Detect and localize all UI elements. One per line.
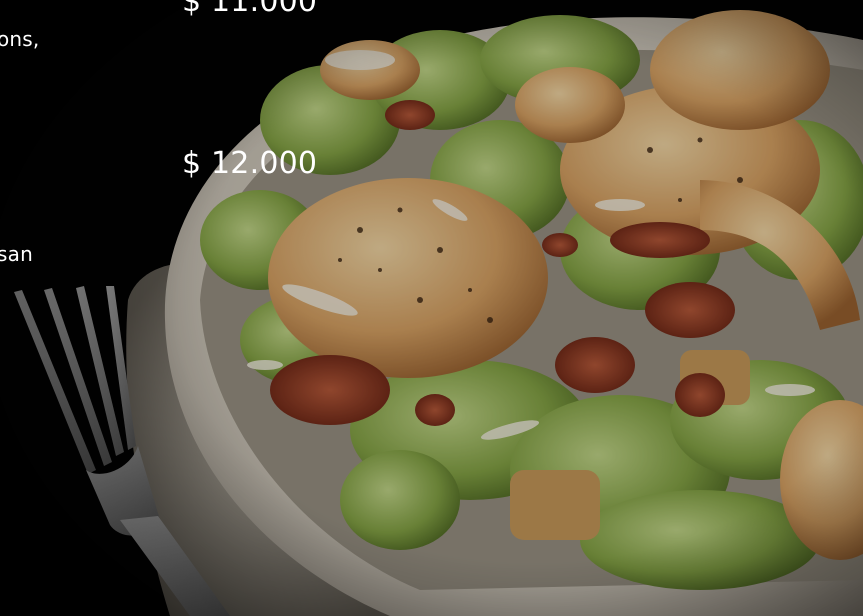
menu-item-description-fragment: ons, (0, 27, 40, 51)
salad-photo (0, 0, 863, 616)
page-background: $ 11.000 ons, $ 12.000 san (0, 0, 863, 616)
menu-item-description-fragment: san (0, 242, 33, 266)
menu-item-price: $ 11.000 (182, 0, 318, 19)
menu-item-price: $ 12.000 (182, 146, 318, 181)
